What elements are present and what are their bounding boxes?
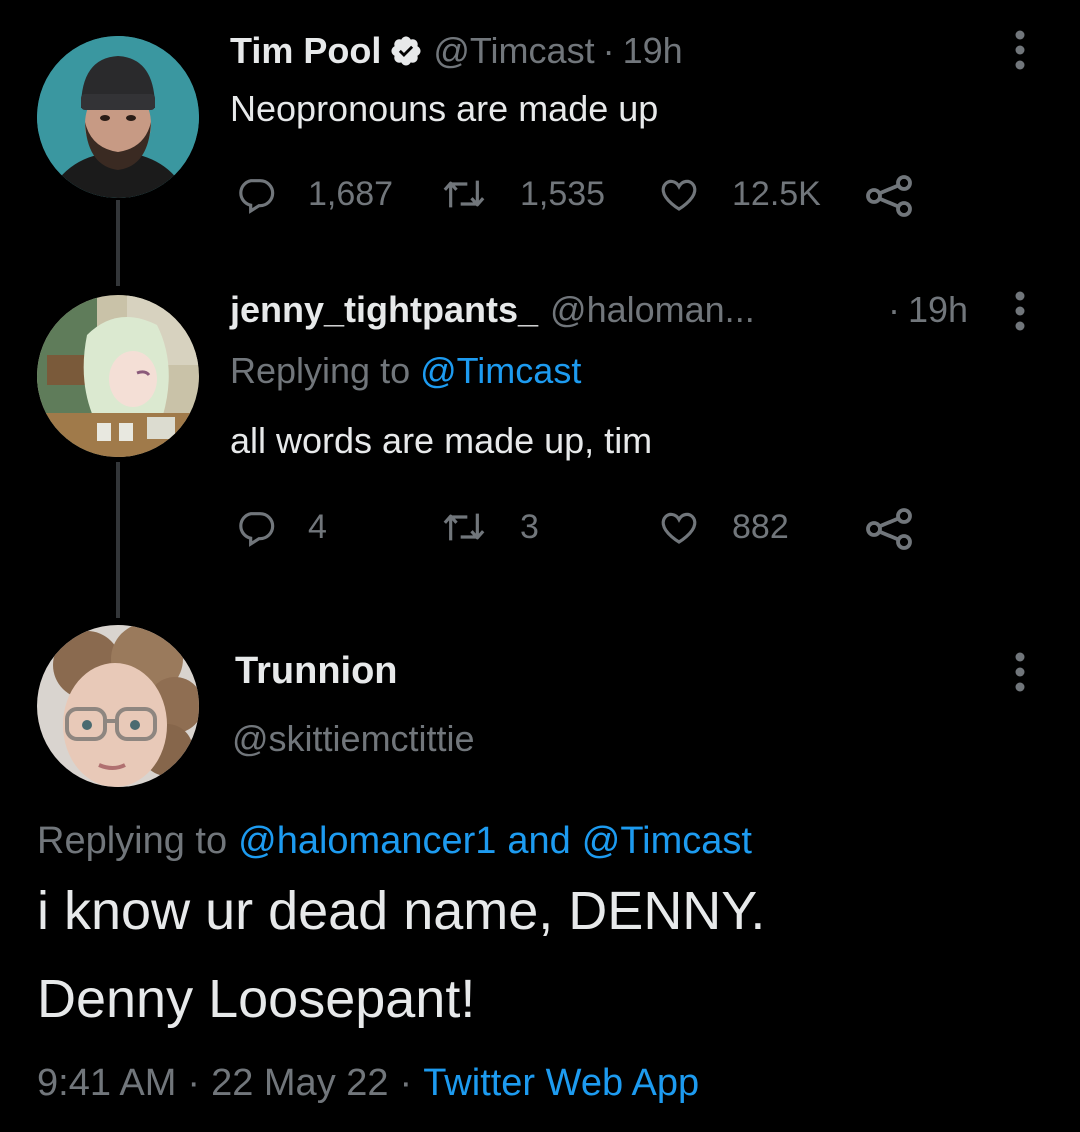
like-button[interactable]: 12.5K [658,174,821,214]
like-count: 882 [732,507,789,546]
retweet-button[interactable]: 3 [442,507,539,547]
replying-and: and [507,820,571,862]
tweet-text: Neopronouns are made up [230,88,659,129]
share-button[interactable] [864,507,916,551]
reply-icon [239,179,275,214]
tweet-text-line: i know ur dead name, DENNY. [37,881,766,941]
retweet-icon [443,513,485,541]
separator: · [187,1062,201,1104]
avatar[interactable] [37,625,199,787]
replying-to-link[interactable]: @Timcast [582,820,752,863]
handle[interactable]: @skittiemctittie [232,718,475,760]
replying-label: Replying to [230,350,411,391]
separator: · [888,289,900,330]
more-options-icon[interactable] [1014,652,1026,692]
like-count: 12.5K [732,174,821,213]
display-name[interactable]: Trunnion [235,650,398,693]
separator: · [602,30,615,71]
share-button[interactable] [864,174,916,218]
thread-line [116,200,120,286]
reply-count: 1,687 [308,174,394,213]
timestamp[interactable]: 19h [908,289,968,331]
replying-to-link[interactable]: @halomancer1 [238,820,496,863]
handle[interactable]: @haloman... [550,289,755,331]
separator: · [399,1062,413,1104]
tweet-source-link[interactable]: Twitter Web App [423,1062,699,1105]
retweet-count: 3 [520,507,539,546]
retweet-button[interactable]: 1,535 [442,174,605,214]
retweet-count: 1,535 [520,174,606,213]
tweet-text-line: Denny Loosepant! [37,969,476,1029]
tweet-text: all words are made up, tim [230,420,653,461]
more-options-icon[interactable] [1014,30,1026,70]
reply-icon [239,512,275,547]
replying-label: Replying to [37,820,228,862]
reply-count: 4 [308,507,327,546]
reply-button[interactable]: 4 [236,507,327,547]
retweet-icon [443,180,485,208]
like-button[interactable]: 882 [658,507,789,547]
thread-line [116,462,120,618]
display-name[interactable]: jenny_tightpants_ [230,289,538,331]
share-icon [866,175,912,217]
tweet-date[interactable]: 22 May 22 [211,1062,388,1105]
more-options-icon[interactable] [1014,291,1026,331]
handle[interactable]: @Timcast [433,30,594,72]
reply-button[interactable]: 1,687 [236,174,393,214]
like-icon [661,512,697,544]
share-icon [866,508,912,550]
avatar[interactable] [37,36,199,198]
display-name[interactable]: Tim Pool [230,30,381,72]
avatar[interactable] [37,295,199,457]
verified-badge-icon [389,34,423,68]
replying-to-link[interactable]: @Timcast [420,350,581,392]
tweet-time[interactable]: 9:41 AM [37,1062,176,1105]
timestamp[interactable]: 19h [623,30,683,72]
like-icon [661,179,697,211]
